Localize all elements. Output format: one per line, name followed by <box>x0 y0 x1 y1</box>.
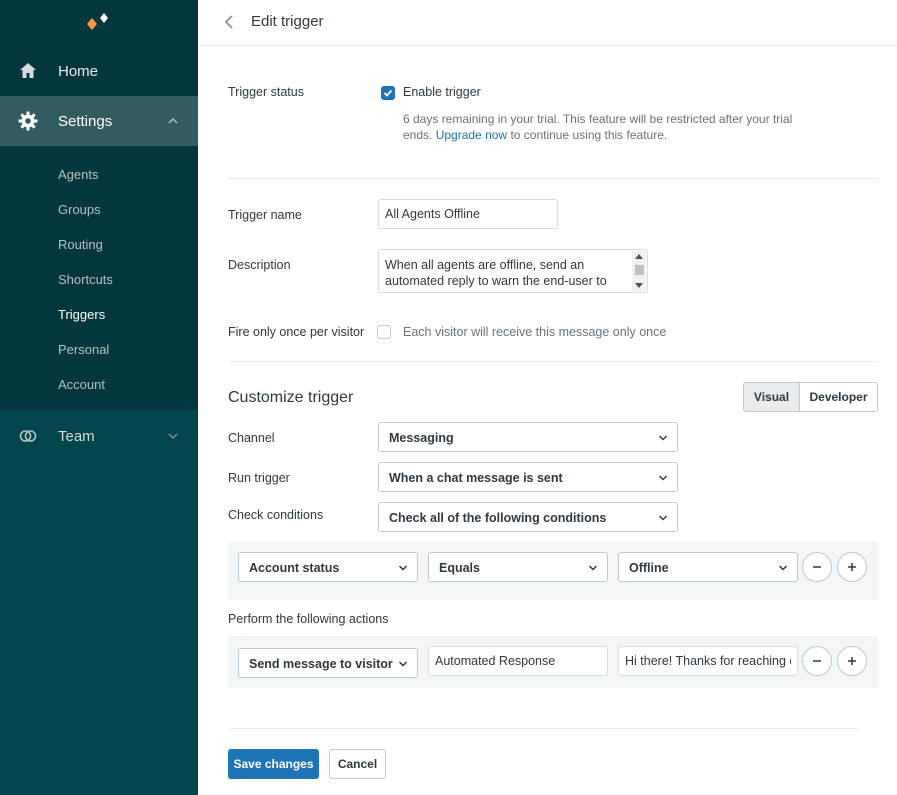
channel-select[interactable]: Messaging <box>378 422 678 452</box>
footer-divider <box>228 728 858 729</box>
subnav-item-agents[interactable]: Agents <box>58 167 98 182</box>
description-label: Description <box>228 258 291 272</box>
nav-settings[interactable]: Settings <box>0 96 198 146</box>
channel-select-value: Messaging <box>389 431 454 445</box>
visual-mode-button[interactable]: Visual <box>743 382 800 412</box>
scroll-down-arrow[interactable] <box>635 283 643 288</box>
page-header: Edit trigger <box>198 0 897 46</box>
enable-trigger-label: Enable trigger <box>403 85 481 99</box>
subnav-item-shortcuts[interactable]: Shortcuts <box>58 272 113 287</box>
description-textarea[interactable]: When all agents are offline, send an aut… <box>378 249 648 293</box>
scroll-up-arrow[interactable] <box>635 254 643 259</box>
action-message-input[interactable] <box>618 646 798 676</box>
enable-trigger-checkbox[interactable] <box>381 86 395 100</box>
check-conditions-select-value: Check all of the following conditions <box>389 511 607 525</box>
app-logo[interactable] <box>84 10 114 34</box>
condition-value-value: Offline <box>629 561 669 575</box>
condition-value-select[interactable]: Offline <box>618 552 798 582</box>
trigger-name-input[interactable] <box>378 199 558 229</box>
add-action-button[interactable] <box>837 646 867 676</box>
chevron-down-icon <box>778 565 788 571</box>
team-icon <box>18 426 38 446</box>
condition-row: Account status Equals Offline <box>228 542 878 600</box>
channel-label: Channel <box>228 431 275 445</box>
nav-settings-label: Settings <box>58 112 113 130</box>
minus-icon <box>813 566 821 568</box>
cancel-button[interactable]: Cancel <box>329 749 386 779</box>
nav-team[interactable]: Team <box>0 411 198 461</box>
add-condition-button[interactable] <box>837 552 867 582</box>
subnav-item-personal[interactable]: Personal <box>58 342 109 357</box>
action-type-value: Send message to visitor <box>249 657 393 671</box>
fire-once-checkbox[interactable] <box>377 325 391 339</box>
chevron-down-icon <box>398 661 408 667</box>
settings-subnav: Agents Groups Routing Shortcuts Triggers… <box>0 146 198 410</box>
sidebar: Home Settings Agents Groups Routing Shor… <box>0 0 198 795</box>
back-arrow-icon[interactable] <box>222 13 236 31</box>
plus-icon <box>848 563 856 571</box>
subnav-item-account[interactable]: Account <box>58 377 105 392</box>
scrollbar-thumb[interactable] <box>635 265 644 275</box>
trigger-name-label: Trigger name <box>228 208 302 222</box>
chevron-down-icon <box>658 475 668 481</box>
minus-icon <box>813 660 821 662</box>
chevron-down-icon <box>658 435 668 441</box>
check-conditions-select[interactable]: Check all of the following conditions <box>378 502 678 532</box>
trigger-status-label: Trigger status <box>228 85 304 99</box>
run-trigger-select-value: When a chat message is sent <box>389 471 563 485</box>
check-icon <box>383 89 393 97</box>
chevron-down-icon <box>398 565 408 571</box>
trial-hint: 6 days remaining in your trial. This fea… <box>403 111 803 143</box>
action-name-input[interactable] <box>428 646 608 676</box>
condition-field-select[interactable]: Account status <box>238 552 418 582</box>
textarea-scrollbar[interactable] <box>632 251 646 291</box>
check-conditions-label: Check conditions <box>228 508 324 522</box>
fire-once-label: Fire only once per visitor <box>228 325 365 339</box>
upgrade-now-link[interactable]: Upgrade now <box>436 128 507 142</box>
plus-icon <box>848 657 856 665</box>
nav-home-label: Home <box>58 62 99 80</box>
page-title: Edit trigger <box>251 13 324 30</box>
nav-home[interactable]: Home <box>0 46 198 96</box>
customize-trigger-title: Customize trigger <box>228 389 354 406</box>
trial-hint-suffix: to continue using this feature. <box>510 128 668 142</box>
action-type-select[interactable]: Send message to visitor <box>238 648 418 678</box>
divider <box>228 178 878 179</box>
subnav-item-triggers[interactable]: Triggers <box>58 307 105 322</box>
home-icon <box>18 61 38 81</box>
sidebar-lower <box>0 410 198 795</box>
condition-field-value: Account status <box>249 561 340 575</box>
remove-condition-button[interactable] <box>802 552 832 582</box>
gear-icon <box>18 111 38 131</box>
chevron-down-icon <box>588 565 598 571</box>
actions-label: Perform the following actions <box>228 612 389 626</box>
run-trigger-select[interactable]: When a chat message is sent <box>378 462 678 492</box>
chevron-down-icon <box>658 515 668 521</box>
chevron-down-icon <box>166 429 180 443</box>
subnav-item-groups[interactable]: Groups <box>58 202 101 217</box>
run-trigger-label: Run trigger <box>228 471 290 485</box>
save-changes-button[interactable]: Save changes <box>228 749 319 779</box>
condition-operator-select[interactable]: Equals <box>428 552 608 582</box>
fire-once-checkbox-label: Each visitor will receive this message o… <box>403 325 667 339</box>
subnav-item-routing[interactable]: Routing <box>58 237 103 252</box>
description-text: When all agents are offline, send an aut… <box>385 258 607 288</box>
action-row: Send message to visitor <box>228 636 878 688</box>
chevron-up-icon <box>166 114 180 128</box>
divider <box>228 361 878 362</box>
nav-team-label: Team <box>58 427 95 445</box>
condition-operator-value: Equals <box>439 561 480 575</box>
developer-mode-button[interactable]: Developer <box>799 382 878 412</box>
remove-action-button[interactable] <box>802 646 832 676</box>
